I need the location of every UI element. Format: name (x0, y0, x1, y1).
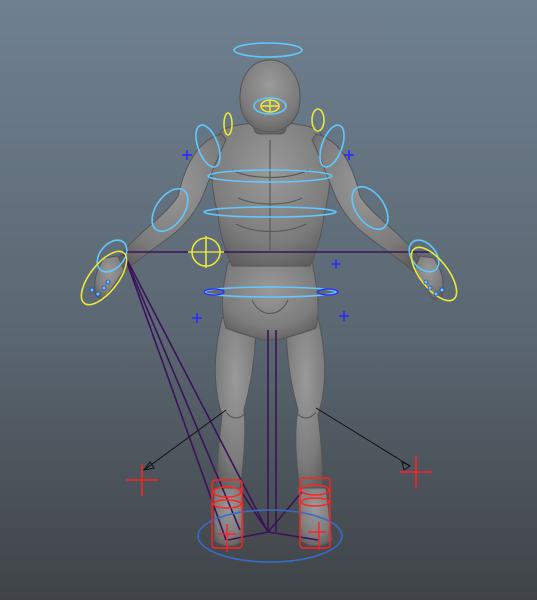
right-leg-mesh[interactable] (285, 317, 326, 491)
ik-handle-cross[interactable] (339, 311, 349, 321)
pole-vector-locator[interactable] (126, 464, 158, 496)
pelvis-mesh[interactable] (221, 261, 319, 341)
ik-handle-cross[interactable] (331, 259, 341, 269)
head-halo-control[interactable] (233, 42, 303, 58)
ik-handle-cross[interactable] (182, 150, 192, 160)
torso-mesh[interactable] (211, 122, 331, 267)
pole-vector-locators[interactable] (126, 456, 432, 496)
head-mesh[interactable] (239, 59, 301, 133)
character-mesh[interactable] (94, 59, 444, 547)
left-leg-mesh[interactable] (214, 317, 257, 491)
right-clavicle-control[interactable] (311, 108, 325, 132)
pole-vector-locator[interactable] (400, 456, 432, 488)
ik-handle-cross[interactable] (192, 313, 202, 323)
3d-viewport[interactable] (0, 0, 537, 600)
pole-vector-lines (142, 407, 411, 471)
